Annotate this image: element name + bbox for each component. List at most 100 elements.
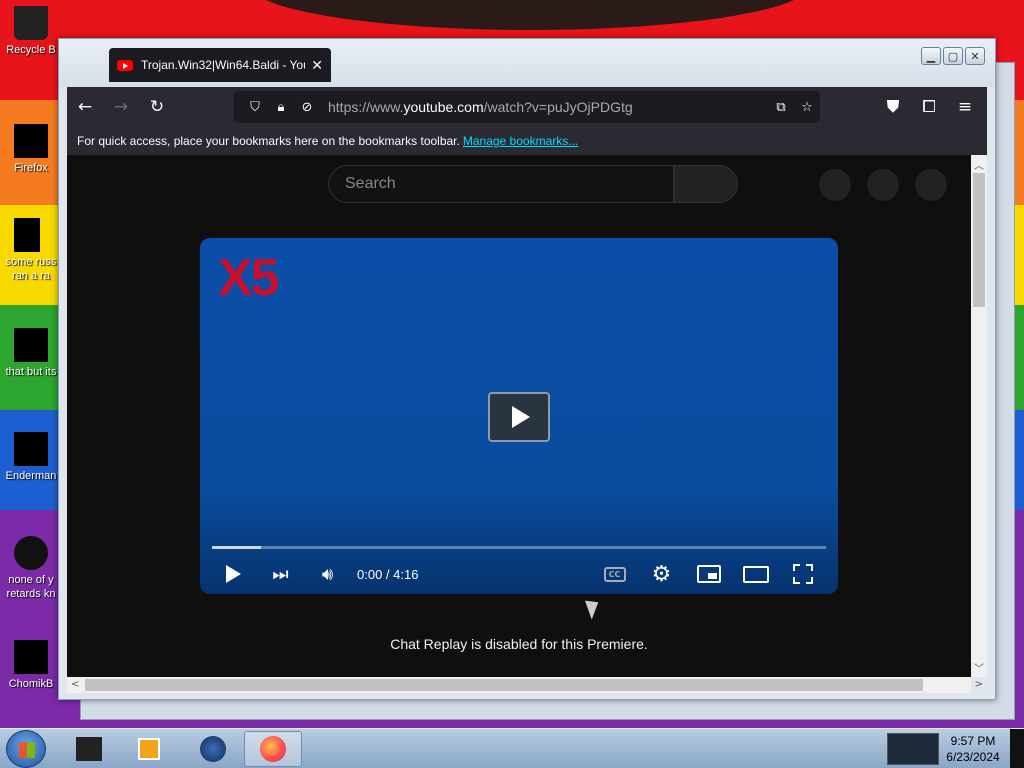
lock-icon[interactable]: 🔒︎ <box>268 100 294 115</box>
page-content: Search X5 ⏭︎ 🔊︎ 0:00 / 4:16 CC ⚙︎ Chat R… <box>67 155 979 677</box>
horizontal-scroll-thumb[interactable] <box>85 679 923 691</box>
minimize-button[interactable]: ▁ <box>921 47 941 65</box>
captions-icon: CC <box>603 566 626 582</box>
desktop-icon-enderman[interactable]: Enderman <box>0 432 62 483</box>
scroll-down-icon[interactable]: ﹀ <box>971 660 987 675</box>
desktop-icon-label: Enderman <box>5 470 57 482</box>
desktop-icon-label: Recycle B <box>6 44 56 56</box>
close-button[interactable]: ✕ <box>965 47 985 65</box>
scroll-right-icon[interactable]: > <box>975 677 983 693</box>
clock[interactable]: 9:57 PM 6/23/2024 <box>940 733 1006 765</box>
desktop-icon-label-line2: retards kn <box>6 588 56 600</box>
extensions-button[interactable]: ⧠ <box>911 91 947 123</box>
video-player[interactable]: X5 ⏭︎ 🔊︎ 0:00 / 4:16 CC ⚙︎ <box>200 238 838 594</box>
vertical-scrollbar[interactable]: ︿ ﹀ <box>971 155 987 677</box>
youtube-favicon-icon <box>117 59 133 71</box>
title-bar[interactable]: Trojan.Win32|Win64.Baldi - You ✕ ▁ ▢ ✕ <box>59 39 995 87</box>
url-text[interactable]: https://www.youtube.com/watch?v=puJyOjPD… <box>328 99 768 115</box>
taskbar-item-firefox[interactable] <box>244 731 302 767</box>
desktop-icon-file-2[interactable]: none of y retards kn <box>0 536 62 601</box>
pocket-button[interactable]: ⛊ <box>875 91 911 123</box>
windows-logo-icon <box>19 742 35 758</box>
shield-icon[interactable]: ⛉ <box>242 100 268 115</box>
taskbar: 9:57 PM 6/23/2024 <box>0 728 1024 768</box>
window-controls: ▁ ▢ ✕ <box>921 47 985 65</box>
system-tray[interactable] <box>887 733 939 765</box>
desktop-icon-chomik[interactable]: ChomikB <box>0 640 62 691</box>
theater-icon <box>742 565 769 583</box>
tab-title: Trojan.Win32|Win64.Baldi - You <box>141 58 306 72</box>
desktop-icon-label: none of y <box>8 574 54 586</box>
notifications-icon[interactable] <box>867 169 899 201</box>
reload-button[interactable]: ↻ <box>139 91 175 123</box>
captions-button[interactable]: CC <box>591 556 638 592</box>
file-icon <box>14 536 48 570</box>
play-icon <box>226 565 241 583</box>
pocket-icon: ⛊ <box>886 97 900 117</box>
taskbar-item-globe[interactable] <box>184 731 242 767</box>
create-icon[interactable] <box>819 169 851 201</box>
folder-icon <box>14 328 48 362</box>
globe-icon <box>200 736 226 762</box>
puzzle-icon: ⧠ <box>922 97 936 117</box>
start-button[interactable] <box>6 730 46 768</box>
tab-close-icon[interactable]: ✕ <box>311 57 323 74</box>
recycle-bin-icon <box>14 6 48 40</box>
taskbar-item-app1[interactable] <box>60 731 118 767</box>
chat-replay-message: Chat Replay is disabled for this Premier… <box>390 636 648 652</box>
show-desktop-button[interactable] <box>1010 729 1024 768</box>
play-button[interactable] <box>210 556 257 592</box>
fullscreen-button[interactable] <box>779 556 826 592</box>
play-icon <box>512 406 530 428</box>
maximize-button[interactable]: ▢ <box>943 47 963 65</box>
clock-date: 6/23/2024 <box>946 750 1000 764</box>
desktop-icon-folder[interactable]: that but its <box>0 328 62 379</box>
app-icon <box>14 432 48 466</box>
fullscreen-icon <box>792 564 813 584</box>
app-icon <box>76 737 102 761</box>
app-icon <box>14 640 48 674</box>
menu-button[interactable]: ≡ <box>947 91 983 123</box>
miniplayer-button[interactable] <box>685 556 732 592</box>
scroll-up-icon[interactable]: ︿ <box>971 157 987 172</box>
video-overlay-text: X5 <box>218 249 280 307</box>
scroll-left-icon[interactable]: < <box>71 677 79 693</box>
youtube-search-input[interactable]: Search <box>328 165 674 203</box>
toolbar-right: ⛊ ⧠ ≡ <box>875 91 983 123</box>
theater-mode-button[interactable] <box>732 556 779 592</box>
browser-tab-active[interactable]: Trojan.Win32|Win64.Baldi - You ✕ <box>109 48 331 82</box>
media-player-icon <box>138 738 160 760</box>
taskbar-item-media-player[interactable] <box>120 731 178 767</box>
center-play-button[interactable] <box>488 392 550 442</box>
url-path: /watch?v=puJyOjPDGtg <box>483 99 633 115</box>
back-button[interactable]: ← <box>67 91 103 123</box>
player-controls: ⏭︎ 🔊︎ 0:00 / 4:16 CC ⚙︎ <box>200 556 838 592</box>
time-display: 0:00 / 4:16 <box>357 566 419 582</box>
vertical-scroll-thumb[interactable] <box>973 173 985 307</box>
bookmarks-toolbar: For quick access, place your bookmarks h… <box>67 127 987 155</box>
url-bar[interactable]: ⛉ 🔒︎ ⊘ https://www.youtube.com/watch?v=p… <box>234 91 820 123</box>
desktop-icon-label: some russ <box>5 256 57 268</box>
settings-button[interactable]: ⚙︎ <box>638 556 685 592</box>
forward-button[interactable]: → <box>103 91 139 123</box>
youtube-search-button[interactable] <box>674 165 738 203</box>
permissions-icon[interactable]: ⊘ <box>294 100 320 115</box>
next-button[interactable]: ⏭︎ <box>257 556 304 592</box>
volume-button[interactable]: 🔊︎ <box>304 556 351 592</box>
reload-icon: ↻ <box>149 97 165 117</box>
avatar[interactable] <box>915 169 947 201</box>
manage-bookmarks-link[interactable]: Manage bookmarks... <box>463 134 578 148</box>
bookmarks-hint: For quick access, place your bookmarks h… <box>77 134 460 148</box>
desktop-icon-file-1[interactable]: some russ ran a ra <box>0 218 62 283</box>
miniplayer-icon <box>696 565 721 583</box>
bookmark-star-icon[interactable]: ☆ <box>794 100 820 115</box>
desktop-icon-recycle-bin[interactable]: Recycle B <box>0 6 62 57</box>
browser-window: Trojan.Win32|Win64.Baldi - You ✕ ▁ ▢ ✕ ←… <box>58 38 996 700</box>
volume-icon: 🔊︎ <box>321 563 334 585</box>
mouse-cursor-icon <box>584 596 604 620</box>
gear-icon: ⚙︎ <box>651 561 672 587</box>
horizontal-scrollbar[interactable]: < > <box>67 677 983 693</box>
video-progress-bar[interactable] <box>212 546 826 549</box>
desktop-icon-firefox[interactable]: Firefox <box>0 124 62 175</box>
picture-in-picture-icon[interactable]: ⧉ <box>768 100 794 115</box>
